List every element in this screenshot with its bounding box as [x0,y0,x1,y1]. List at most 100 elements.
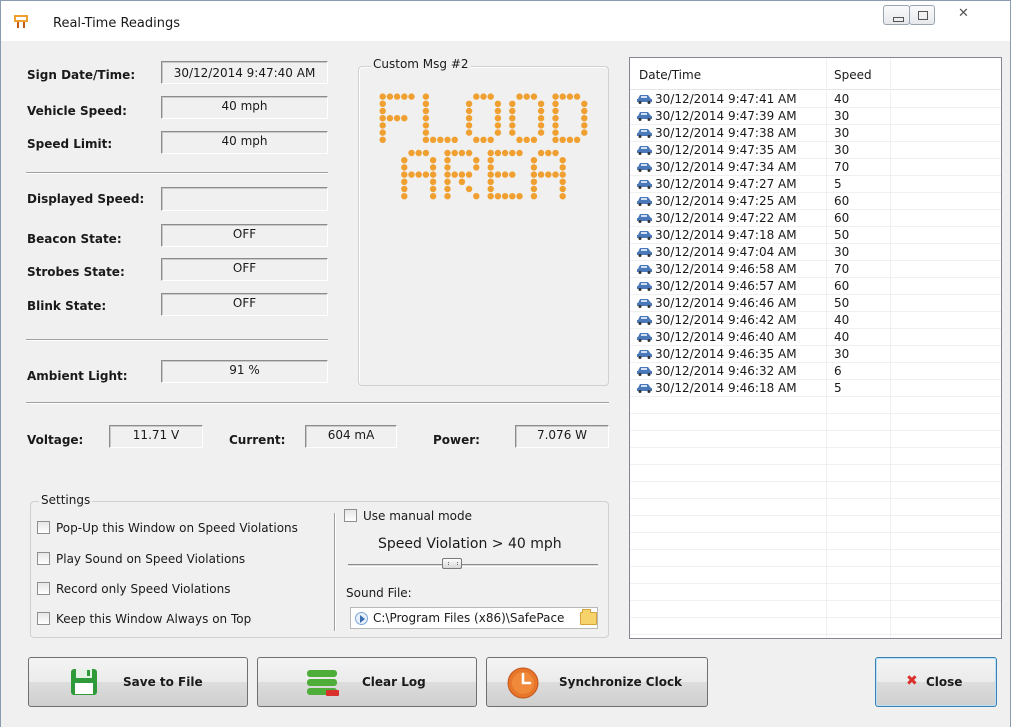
col-speed[interactable]: Speed [834,68,872,82]
sync-clock-label: Synchronize Clock [559,675,683,689]
row-datetime: 30/12/2014 9:46:58 AM [655,262,797,276]
popup-checkbox[interactable] [37,521,50,534]
vehicle-speed-field: 40 mph [161,96,328,119]
divider [26,402,609,404]
empty-row [630,516,1001,533]
col-datetime[interactable]: Date/Time [639,68,701,82]
clear-log-icon [307,670,339,696]
table-row[interactable]: 30/12/2014 9:47:38 AM 30 [630,125,1001,142]
row-speed: 5 [834,177,842,191]
table-row[interactable]: 30/12/2014 9:47:27 AM 5 [630,176,1001,193]
led-char-a [401,149,437,200]
row-datetime: 30/12/2014 9:47:25 AM [655,194,797,208]
clear-log-label: Clear Log [362,675,426,689]
row-speed: 40 [834,313,850,327]
save-to-file-button[interactable]: Save to File [28,657,248,707]
car-icon [637,299,652,308]
led-message-display [379,93,588,200]
table-row[interactable]: 30/12/2014 9:46:32 AM 6 [630,363,1001,380]
manual-mode-checkbox[interactable] [344,509,357,522]
row-speed: 30 [834,109,850,123]
vehicle-speed-label: Vehicle Speed: [27,104,127,118]
strobes-state-label: Strobes State: [27,265,125,279]
manual-mode-label: Use manual mode [363,509,473,523]
row-datetime: 30/12/2014 9:47:34 AM [655,160,797,174]
table-row[interactable]: 30/12/2014 9:47:18 AM 50 [630,227,1001,244]
row-speed: 60 [834,279,850,293]
synchronize-clock-button[interactable]: Synchronize Clock [486,657,708,707]
table-row[interactable]: 30/12/2014 9:47:35 AM 30 [630,142,1001,159]
car-icon [637,350,652,359]
empty-row [630,584,1001,601]
app-sign-icon [14,15,28,28]
row-datetime: 30/12/2014 9:47:35 AM [655,143,797,157]
slider-thumb[interactable] [442,558,462,569]
clock-icon [507,667,539,699]
close-x-icon: ✕ [958,6,969,21]
car-icon [637,129,652,138]
clear-log-button[interactable]: Clear Log [257,657,477,707]
empty-row [630,533,1001,550]
power-label: Power: [433,433,480,447]
speed-limit-label: Speed Limit: [27,137,113,151]
current-label: Current: [229,433,286,447]
empty-row [630,499,1001,516]
always-on-top-checkbox[interactable] [37,612,50,625]
settings-separator [334,513,336,631]
row-speed: 50 [834,296,850,310]
led-char-e [487,149,523,200]
speed-log-table[interactable]: Date/Time Speed 30/12/2014 9:47:41 AM 40 3… [629,57,1002,639]
car-icon [637,146,652,155]
car-icon [637,333,652,342]
blink-state-label: Blink State: [27,299,107,313]
table-row[interactable]: 30/12/2014 9:46:42 AM 40 [630,312,1001,329]
row-datetime: 30/12/2014 9:47:18 AM [655,228,797,242]
empty-row [630,448,1001,465]
close-button[interactable]: ✖ Close [875,657,997,707]
table-row[interactable]: 30/12/2014 9:47:25 AM 60 [630,193,1001,210]
minimize-button[interactable] [883,5,910,25]
settings-caption: Settings [39,493,93,507]
car-icon [637,316,652,325]
table-row[interactable]: 30/12/2014 9:46:58 AM 70 [630,261,1001,278]
beacon-state-field: OFF [161,224,328,247]
table-row[interactable]: 30/12/2014 9:46:46 AM 50 [630,295,1001,312]
row-speed: 40 [834,330,850,344]
row-datetime: 30/12/2014 9:47:41 AM [655,92,797,106]
led-char-d [552,93,588,143]
maximize-button[interactable] [909,5,935,25]
table-row[interactable]: 30/12/2014 9:46:57 AM 60 [630,278,1001,295]
table-row[interactable]: 30/12/2014 9:46:35 AM 30 [630,346,1001,363]
sound-file-field[interactable]: C:\Program Files (x86)\SafePace [350,607,598,629]
car-icon [637,197,652,206]
led-char-o [465,93,502,143]
log-header: Date/Time Speed [630,58,1001,90]
table-row[interactable]: 30/12/2014 9:47:22 AM 60 [630,210,1001,227]
close-window-button[interactable]: ✕ [941,5,988,25]
voltage-field: 11.71 V [109,425,203,448]
car-icon [637,180,652,189]
row-datetime: 30/12/2014 9:46:40 AM [655,330,797,344]
table-row[interactable]: 30/12/2014 9:47:39 AM 30 [630,108,1001,125]
table-row[interactable]: 30/12/2014 9:47:34 AM 70 [630,159,1001,176]
play-sound-checkbox[interactable] [37,552,50,565]
play-sound-label: Play Sound on Speed Violations [56,552,246,566]
table-row[interactable]: 30/12/2014 9:47:41 AM 40 [630,91,1001,108]
speed-violation-slider[interactable] [348,564,598,567]
row-speed: 30 [834,245,850,259]
table-row[interactable]: 30/12/2014 9:46:18 AM 5 [630,380,1001,397]
table-row[interactable]: 30/12/2014 9:47:04 AM 30 [630,244,1001,261]
divider [26,339,328,341]
empty-row [630,414,1001,431]
browse-folder-icon[interactable] [580,609,597,625]
sign-datetime-label: Sign Date/Time: [27,68,136,82]
row-speed: 30 [834,347,850,361]
play-sound-icon[interactable] [355,612,368,625]
table-row[interactable]: 30/12/2014 9:46:40 AM 40 [630,329,1001,346]
row-speed: 70 [834,160,850,174]
record-only-checkbox[interactable] [37,582,50,595]
window-controls: ✕ [883,5,1003,27]
divider [26,172,328,174]
row-datetime: 30/12/2014 9:47:22 AM [655,211,797,225]
row-speed: 60 [834,194,850,208]
